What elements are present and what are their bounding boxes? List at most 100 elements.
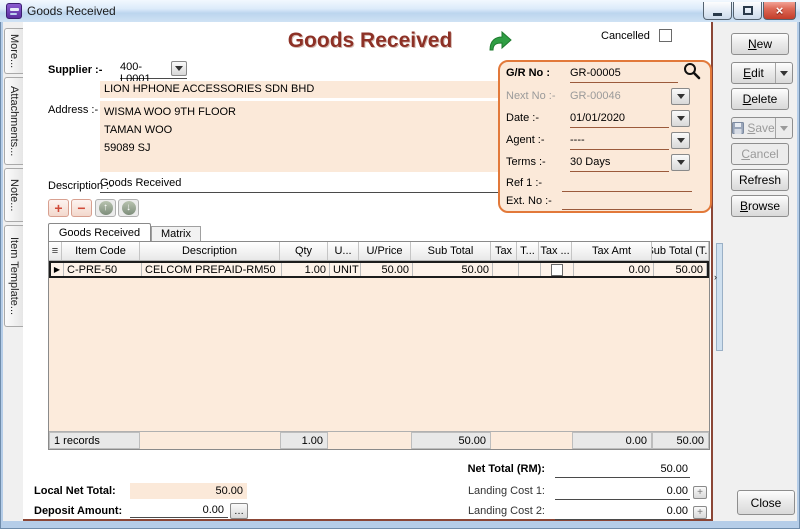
landing-cost-1-add-button[interactable]: +: [693, 486, 707, 499]
tab-matrix[interactable]: Matrix: [151, 226, 201, 242]
window-title: Goods Received: [27, 4, 116, 18]
arrow-up-icon: ↑: [99, 201, 113, 215]
save-dropdown-button[interactable]: [775, 118, 792, 138]
cell-qty[interactable]: 1.00: [282, 263, 330, 276]
terms-underline: [570, 171, 669, 172]
cancel-button-label: Cancel: [741, 147, 778, 161]
footer-subtotal: 50.00: [411, 432, 491, 449]
sidebar-tab-attachments[interactable]: Attachments...: [4, 77, 23, 165]
landing-cost-1-input[interactable]: 0.00: [555, 485, 688, 497]
grid-header-row: ≡ Item Code Description Qty U... U/Price…: [49, 242, 709, 261]
sidebar-tab-item-template[interactable]: Item Template...: [4, 225, 23, 327]
column-header-description[interactable]: Description: [140, 242, 280, 260]
sidebar-tab-more[interactable]: More...: [4, 28, 23, 74]
date-label: Date :-: [506, 112, 539, 124]
cell-tax-amt[interactable]: 0.00: [574, 263, 654, 276]
agent-dropdown-button[interactable]: [671, 132, 690, 149]
column-header-t[interactable]: T...: [517, 242, 539, 260]
save-button[interactable]: Save: [731, 117, 793, 139]
supplier-combo[interactable]: 400-L0001: [120, 61, 187, 79]
next-no-dropdown-button[interactable]: [671, 88, 690, 105]
tab-label: Goods Received: [59, 227, 140, 239]
move-up-button[interactable]: ↑: [95, 199, 116, 217]
remove-row-button[interactable]: −: [71, 199, 92, 217]
refresh-button[interactable]: Refresh: [731, 169, 789, 191]
tab-goods-received[interactable]: Goods Received: [48, 223, 151, 242]
browse-button[interactable]: Browse: [731, 195, 789, 217]
cell-tax[interactable]: [493, 263, 519, 276]
cell-item-code[interactable]: C-PRE-50: [64, 263, 142, 276]
landing-cost-2-add-button[interactable]: +: [693, 506, 707, 519]
minimize-button[interactable]: [703, 2, 732, 20]
local-net-total-value: 50.00: [130, 483, 247, 499]
cell-description[interactable]: CELCOM PREPAID-RM50: [142, 263, 282, 276]
panel-collapse-handle[interactable]: [716, 243, 723, 351]
delete-button[interactable]: Delete: [731, 88, 789, 110]
close-button-label: Close: [751, 496, 782, 510]
landing-cost-2-underline: [555, 519, 690, 520]
footer-subtotal-tax: 50.00: [652, 432, 709, 449]
plus-icon: +: [54, 201, 62, 215]
move-down-button[interactable]: ↓: [118, 199, 139, 217]
deposit-ellipsis-button[interactable]: …: [230, 503, 248, 519]
new-button[interactable]: New: [731, 33, 789, 55]
ref1-underline: [562, 191, 692, 192]
cell-subtotal-tax[interactable]: 50.00: [654, 263, 707, 276]
search-icon[interactable]: [683, 62, 701, 80]
deposit-amount-label: Deposit Amount:: [34, 505, 122, 517]
cell-uprice[interactable]: 50.00: [361, 263, 413, 276]
net-total-label: Net Total (RM):: [420, 463, 545, 475]
cancelled-checkbox[interactable]: [659, 29, 672, 42]
sidebar-tab-note[interactable]: Note...: [4, 168, 23, 222]
edit-button[interactable]: Edit: [731, 62, 793, 84]
column-header-tax[interactable]: Tax: [491, 242, 517, 260]
address-label: Address :-: [48, 104, 98, 116]
cell-t[interactable]: [519, 263, 541, 276]
maximize-button[interactable]: [733, 2, 762, 20]
next-no-label: Next No :-: [506, 90, 556, 102]
terms-dropdown-button[interactable]: [671, 154, 690, 171]
column-header-tax-amt[interactable]: Tax Amt: [572, 242, 652, 260]
cell-subtotal[interactable]: 50.00: [413, 263, 493, 276]
tax-inclusive-checkbox[interactable]: [551, 264, 563, 276]
column-header-tax-inclusive[interactable]: Tax ...: [539, 242, 572, 260]
column-header-subtotal-tax[interactable]: Sub Total (T...: [652, 242, 709, 260]
terms-label: Terms :-: [506, 156, 546, 168]
tab-label: Matrix: [161, 228, 191, 240]
grid-menu-icon[interactable]: ≡: [52, 245, 58, 257]
gr-no-label: G/R No :: [506, 67, 550, 79]
ref1-label: Ref 1 :-: [506, 177, 542, 189]
column-header-uom[interactable]: U...: [328, 242, 359, 260]
window-close-button[interactable]: ×: [763, 2, 796, 20]
column-header-qty[interactable]: Qty: [280, 242, 328, 260]
app-icon: [6, 3, 22, 19]
deposit-amount-input[interactable]: 0.00: [130, 502, 228, 518]
supplier-dropdown-button[interactable]: [171, 61, 187, 76]
plus-icon: +: [697, 507, 703, 518]
ext-no-underline: [562, 209, 692, 210]
agent-value[interactable]: ----: [570, 134, 585, 146]
supplier-label: Supplier :-: [48, 64, 102, 76]
terms-value[interactable]: 30 Days: [570, 156, 610, 168]
net-total-value: 50.00: [555, 463, 688, 475]
add-row-button[interactable]: +: [48, 199, 69, 217]
sidebar-tab-label: Attachments...: [8, 86, 20, 156]
table-row[interactable]: ▶ C-PRE-50 CELCOM PREPAID-RM50 1.00 UNIT…: [49, 261, 709, 278]
column-header-uprice[interactable]: U/Price: [359, 242, 411, 260]
close-button[interactable]: Close: [737, 490, 795, 515]
cancel-button[interactable]: Cancel: [731, 143, 789, 165]
landing-cost-2-input[interactable]: 0.00: [555, 505, 688, 517]
landing-cost-2-label: Landing Cost 2:: [420, 505, 545, 517]
chevron-down-icon: [677, 94, 685, 99]
landing-cost-1-underline: [555, 499, 690, 500]
gr-no-value[interactable]: GR-00005: [570, 67, 621, 79]
cell-uom[interactable]: UNIT: [330, 263, 361, 276]
next-no-value: GR-00046: [570, 90, 621, 102]
forward-arrow-icon[interactable]: [487, 31, 513, 53]
date-dropdown-button[interactable]: [671, 110, 690, 127]
edit-dropdown-button[interactable]: [775, 63, 792, 83]
column-header-item-code[interactable]: Item Code: [62, 242, 140, 260]
refresh-button-label: Refresh: [739, 173, 781, 187]
column-header-subtotal[interactable]: Sub Total: [411, 242, 491, 260]
date-value[interactable]: 01/01/2020: [570, 112, 625, 124]
